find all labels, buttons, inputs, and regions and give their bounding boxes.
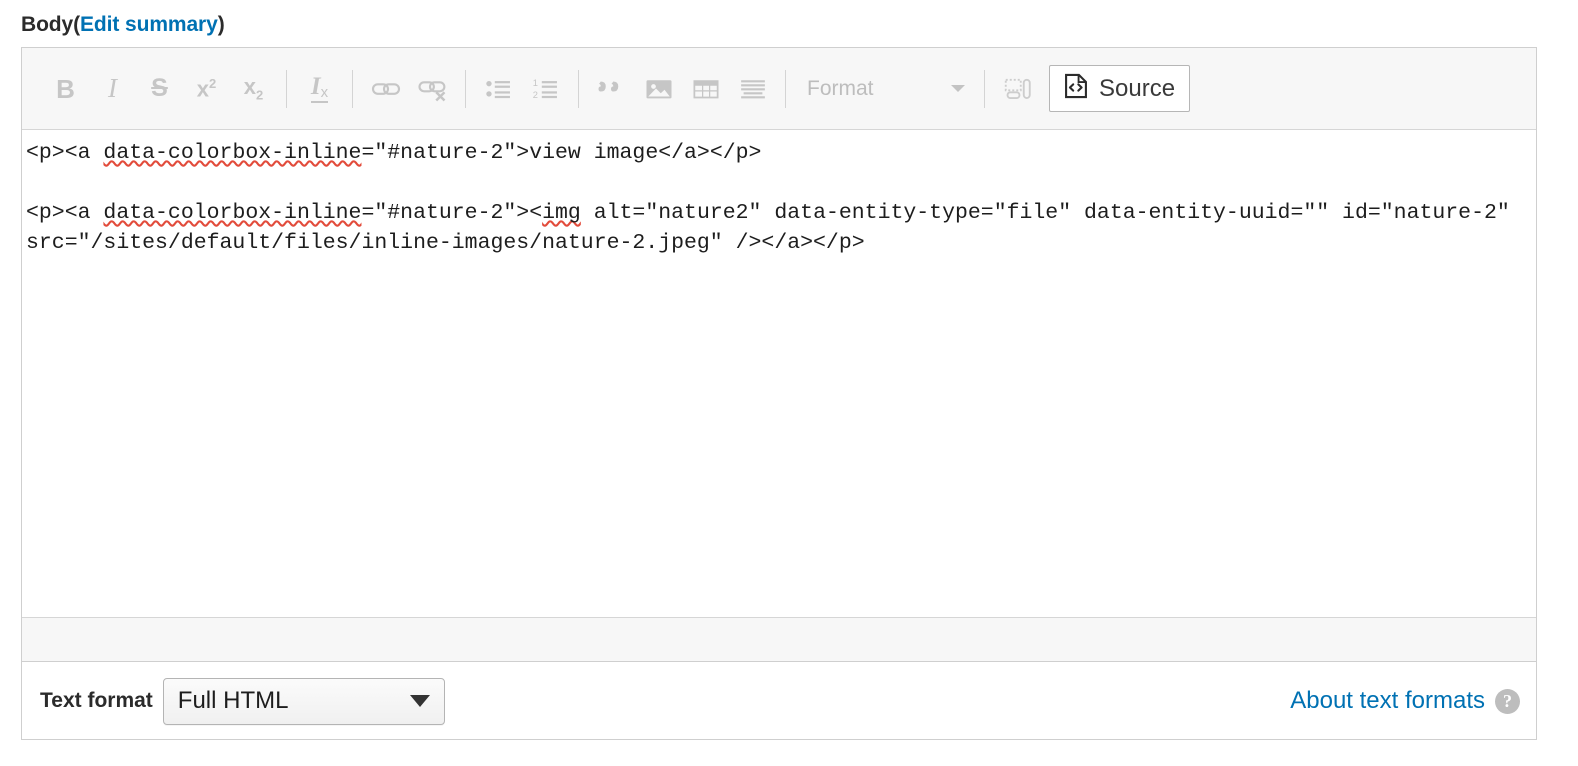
image-icon <box>644 74 674 104</box>
blockquote-button[interactable] <box>588 65 635 112</box>
image-button[interactable] <box>635 65 682 112</box>
toolbar-separator <box>984 69 985 108</box>
italic-icon: I <box>108 73 117 103</box>
bulleted-list-button[interactable] <box>475 65 522 112</box>
table-icon <box>691 74 721 104</box>
bulleted-list-icon <box>485 75 513 103</box>
toolbar-separator <box>352 69 353 108</box>
ckeditor-shell: B I S x2 x2 Ix 1 2 Format Source <p><a d… <box>22 48 1536 662</box>
toolbar-separator <box>286 69 287 108</box>
source-line-1-rest: ="#nature-2">view image</a></p> <box>361 141 762 165</box>
text-format-wrapper: B I S x2 x2 Ix 1 2 Format Source <p><a d… <box>21 47 1537 740</box>
strikethrough-icon: S <box>151 74 168 102</box>
toolbar-separator <box>465 69 466 108</box>
horizontal-rule-button[interactable] <box>729 65 776 112</box>
strikethrough-button[interactable]: S <box>136 65 183 112</box>
subscript-button[interactable]: x2 <box>230 65 277 112</box>
subscript-base: x <box>243 73 256 99</box>
numbered-list-button[interactable]: 1 2 <box>522 65 569 112</box>
help-icon[interactable]: ? <box>1495 688 1520 714</box>
remove-format-icon: Ix <box>310 73 329 103</box>
superscript-exp: 2 <box>209 75 217 91</box>
toolbar-separator <box>578 69 579 108</box>
format-dropdown[interactable]: Format <box>795 65 975 112</box>
source-line-2-mid: ="#nature-2">< <box>361 201 543 225</box>
text-format-row: Text format Full HTML About text formats… <box>22 663 1536 739</box>
link-icon <box>371 74 401 104</box>
source-line-1-spellcheck: data-colorbox-inline <box>103 141 362 165</box>
about-text-formats-link[interactable]: About text formats <box>1290 687 1485 715</box>
body-field-editor-page: Body(Edit summary) B I S x2 x2 Ix 1 2 Fo… <box>0 0 1578 766</box>
source-line-2-spellcheck-1: data-colorbox-inline <box>103 201 362 225</box>
remove-format-x: x <box>320 84 329 101</box>
templates-button[interactable] <box>994 65 1041 112</box>
italic-button[interactable]: I <box>89 65 136 112</box>
blockquote-icon <box>597 74 627 104</box>
superscript-icon: x2 <box>197 77 216 100</box>
svg-text:1: 1 <box>532 77 537 87</box>
superscript-base: x <box>196 76 209 102</box>
link-button[interactable] <box>362 65 409 112</box>
source-button[interactable]: Source <box>1049 65 1191 112</box>
page-title: Body(Edit summary) <box>21 13 225 37</box>
remove-format-base: I <box>310 73 321 100</box>
edit-summary-link[interactable]: Edit summary <box>80 13 218 36</box>
source-line-2-spellcheck-2: img <box>542 201 581 225</box>
text-format-right: About text formats ? <box>1290 687 1520 715</box>
toolbar-separator <box>785 69 786 108</box>
text-format-left: Text format Full HTML <box>40 677 445 725</box>
paren-open: ( <box>73 13 81 36</box>
horizontal-rule-icon <box>738 74 768 104</box>
numbered-list-icon: 1 2 <box>532 75 560 103</box>
text-format-label: Text format <box>40 689 153 712</box>
editor-toolbar: B I S x2 x2 Ix 1 2 Format Source <box>22 48 1536 130</box>
svg-text:2: 2 <box>532 89 537 99</box>
templates-icon <box>1003 74 1033 104</box>
paren-close: ) <box>217 13 225 36</box>
subscript-icon: x2 <box>243 73 264 103</box>
source-line-2-start: <p><a <box>26 201 104 225</box>
source-code-icon <box>1062 72 1090 105</box>
source-button-label: Source <box>1099 74 1176 102</box>
field-label-text: Body <box>21 13 74 36</box>
bold-icon: B <box>56 73 75 104</box>
chevron-down-icon <box>409 695 430 707</box>
remove-format-button[interactable]: Ix <box>296 65 343 112</box>
bold-button[interactable]: B <box>42 65 89 112</box>
subscript-exp: 2 <box>256 87 264 103</box>
source-textarea[interactable]: <p><a data-colorbox-inline="#nature-2">v… <box>22 131 1536 617</box>
table-button[interactable] <box>682 65 729 112</box>
chevron-down-icon <box>951 85 965 92</box>
unlink-button[interactable] <box>409 65 456 112</box>
format-dropdown-label: Format <box>807 76 874 100</box>
text-format-selected-value: Full HTML <box>177 687 289 714</box>
text-format-select[interactable]: Full HTML <box>162 677 445 725</box>
superscript-button[interactable]: x2 <box>183 65 230 112</box>
unlink-icon <box>417 74 448 104</box>
editor-statusbar <box>22 617 1536 661</box>
source-line-1-start: <p><a <box>26 141 104 165</box>
